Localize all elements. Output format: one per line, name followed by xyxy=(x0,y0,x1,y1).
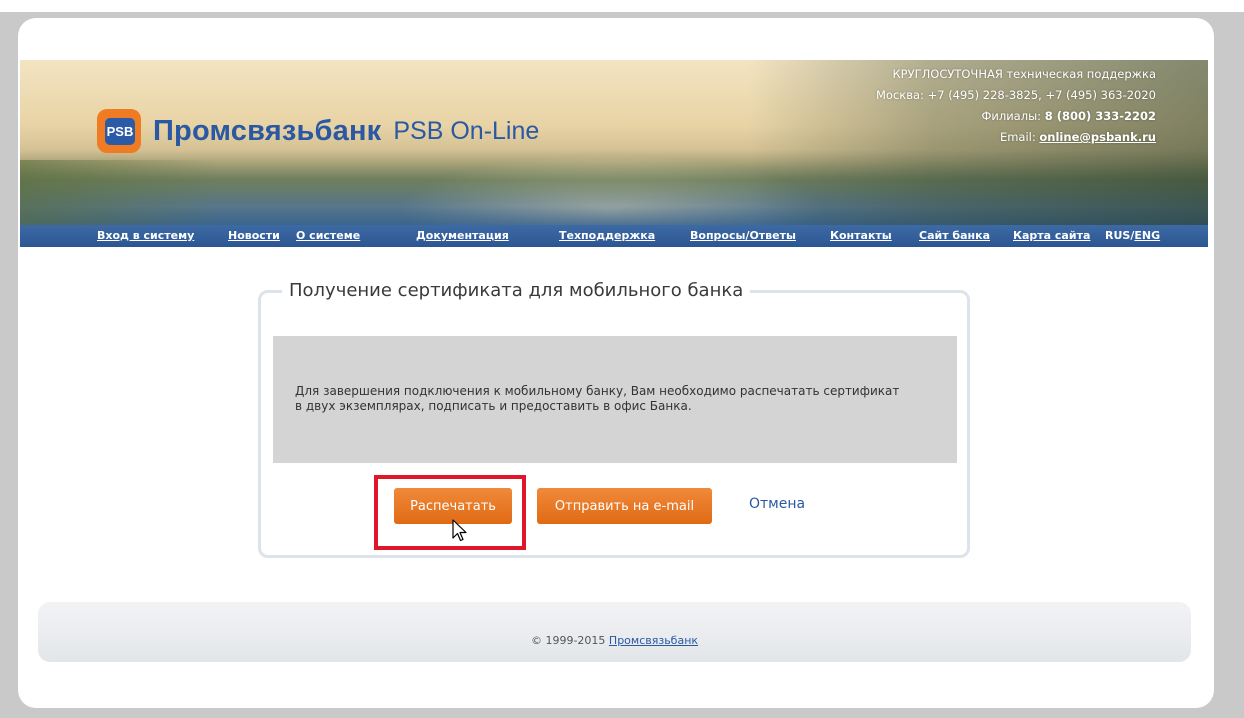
message-line-2: в двух экземплярах, подписать и предоста… xyxy=(295,399,692,413)
mouse-pointer-icon xyxy=(452,519,467,542)
panel-title: Получение сертификата для мобильного бан… xyxy=(282,280,751,301)
message-text: Для завершения подключения к мобильному … xyxy=(295,384,945,414)
footer-text: © 1999-2015 Промсвязьбанк xyxy=(38,634,1191,647)
support-email-link[interactable]: online@psbank.ru xyxy=(1039,130,1156,144)
language-switch: RUS/ENG xyxy=(1105,229,1160,242)
nav-contacts[interactable]: Контакты xyxy=(830,229,892,242)
message-area: Для завершения подключения к мобильному … xyxy=(273,336,957,463)
nav-login[interactable]: Вход в систему xyxy=(97,229,194,242)
bank-name: Промсвязьбанк xyxy=(153,114,382,147)
cancel-link[interactable]: Отмена xyxy=(749,496,805,512)
footer: © 1999-2015 Промсвязьбанк xyxy=(38,602,1191,662)
branches-label: Филиалы: xyxy=(981,109,1042,123)
header-banner: PSB Промсвязьбанк PSB On-Line КРУГЛОСУТО… xyxy=(20,60,1208,247)
send-email-button[interactable]: Отправить на e-mail xyxy=(537,488,712,524)
email-label: Email: xyxy=(999,130,1036,144)
nav-docs[interactable]: Документация xyxy=(416,229,509,242)
bank-logo[interactable]: PSB Промсвязьбанк PSB On-Line xyxy=(97,106,539,156)
support-email: Email: online@psbank.ru xyxy=(876,127,1156,148)
support-line-2: Москва: +7 (495) 228-3825, +7 (495) 363-… xyxy=(876,88,1156,102)
lang-rus: RUS xyxy=(1105,229,1131,242)
nav-faq[interactable]: Вопросы/Ответы xyxy=(690,229,796,242)
landscape-shrubs xyxy=(20,160,220,230)
nav-sitemap[interactable]: Карта сайта xyxy=(1013,229,1090,242)
nav-support[interactable]: Техподдержка xyxy=(559,229,655,242)
lang-eng-link[interactable]: ENG xyxy=(1134,229,1160,242)
psb-logo-icon: PSB xyxy=(97,109,141,153)
footer-bank-link[interactable]: Промсвязьбанк xyxy=(609,634,698,647)
top-strip xyxy=(0,0,1244,12)
nav-about[interactable]: О системе xyxy=(296,229,360,242)
main-nav: Вход в систему Новости О системе Докумен… xyxy=(20,225,1208,247)
message-line-1: Для завершения подключения к мобильному … xyxy=(295,384,900,398)
logo-mark: PSB xyxy=(105,118,135,145)
support-branches: Филиалы: 8 (800) 333-2202 xyxy=(876,106,1156,127)
support-line-1: КРУГЛОСУТОЧНАЯ техническая поддержка xyxy=(892,67,1157,81)
copyright: © 1999-2015 xyxy=(530,634,606,647)
support-info: КРУГЛОСУТОЧНАЯ техническая поддержка Мос… xyxy=(876,64,1156,148)
nav-news[interactable]: Новости xyxy=(228,229,280,242)
branches-phone: 8 (800) 333-2202 xyxy=(1044,109,1156,123)
annotation-highlight xyxy=(374,475,526,550)
product-name: PSB On-Line xyxy=(393,116,540,145)
nav-bank-site[interactable]: Сайт банка xyxy=(919,229,990,242)
